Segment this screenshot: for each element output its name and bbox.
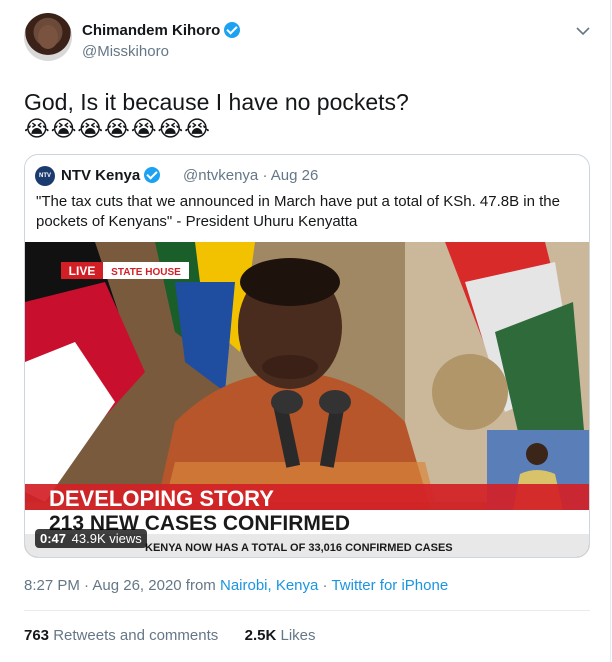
quoted-meta: @ntvkenya · Aug 26 xyxy=(183,167,318,184)
quoted-handle: @ntvkenya xyxy=(183,167,259,184)
ntv-logo-avatar: NTV xyxy=(35,166,55,186)
quoted-author-name: NTV Kenya xyxy=(61,167,141,184)
separator: · xyxy=(262,167,268,184)
video-player[interactable]: LIVE STATE HOUSE DEVELOPING STORY 213 NE… xyxy=(25,242,589,557)
quoted-date: Aug 26 xyxy=(270,167,319,184)
author-name[interactable]: Chimandem Kihoro xyxy=(82,22,220,39)
retweets-stat[interactable]: 763 Retweets and comments xyxy=(24,627,218,644)
quoted-text: "The tax cuts that we announced in March… xyxy=(36,193,560,230)
video-duration: 0:47 xyxy=(40,531,67,546)
verified-icon xyxy=(144,167,161,183)
likes-stat[interactable]: 2.5K Likes xyxy=(245,627,316,644)
tweet-card: Chimandem Kihoro @Misskihoro God, Is it … xyxy=(0,0,611,662)
avatar[interactable] xyxy=(24,13,72,61)
news-ticker: KENYA NOW HAS A TOTAL OF 33,016 CONFIRME… xyxy=(145,542,453,554)
quoted-tweet[interactable]: NTV NTV Kenya @ntvkenya · Aug 26 "The ta… xyxy=(24,154,590,558)
separator: · xyxy=(322,577,328,594)
likes-label: Likes xyxy=(280,627,316,644)
verified-icon xyxy=(224,22,241,38)
location-link[interactable]: Nairobi, Kenya xyxy=(220,577,318,594)
tweet-meta: 8:27 PM · Aug 26, 2020 from Nairobi, Ken… xyxy=(24,577,448,594)
live-label: LIVE xyxy=(69,264,96,278)
banner-top: DEVELOPING STORY xyxy=(49,486,274,511)
quoted-author-name-row: NTV Kenya xyxy=(61,167,161,184)
retweets-count: 763 xyxy=(24,627,50,644)
likes-count: 2.5K xyxy=(244,627,277,644)
author-name-row[interactable]: Chimandem Kihoro xyxy=(82,22,241,39)
tweet-time[interactable]: 8:27 PM xyxy=(24,577,80,594)
divider xyxy=(24,610,590,611)
video-duration-badge: 0:47 43.9K views xyxy=(35,529,147,548)
author-handle[interactable]: @Misskihoro xyxy=(82,43,169,60)
source-label: STATE HOUSE xyxy=(111,267,181,278)
engagement-stats: 763 Retweets and comments 2.5K Likes xyxy=(24,627,316,644)
chevron-down-icon[interactable] xyxy=(574,22,592,40)
video-frame: LIVE STATE HOUSE DEVELOPING STORY 213 NE… xyxy=(25,242,589,557)
tweet-emoji: 😭😭😭😭😭😭😭 xyxy=(24,116,211,141)
retweets-label: Retweets and comments xyxy=(53,627,219,644)
separator: · xyxy=(84,577,90,594)
tweet-text: God, Is it because I have no pockets? xyxy=(24,89,409,115)
video-views: 43.9K views xyxy=(71,531,142,546)
tweet-date[interactable]: Aug 26, 2020 from xyxy=(92,577,215,594)
source-link[interactable]: Twitter for iPhone xyxy=(331,577,448,594)
